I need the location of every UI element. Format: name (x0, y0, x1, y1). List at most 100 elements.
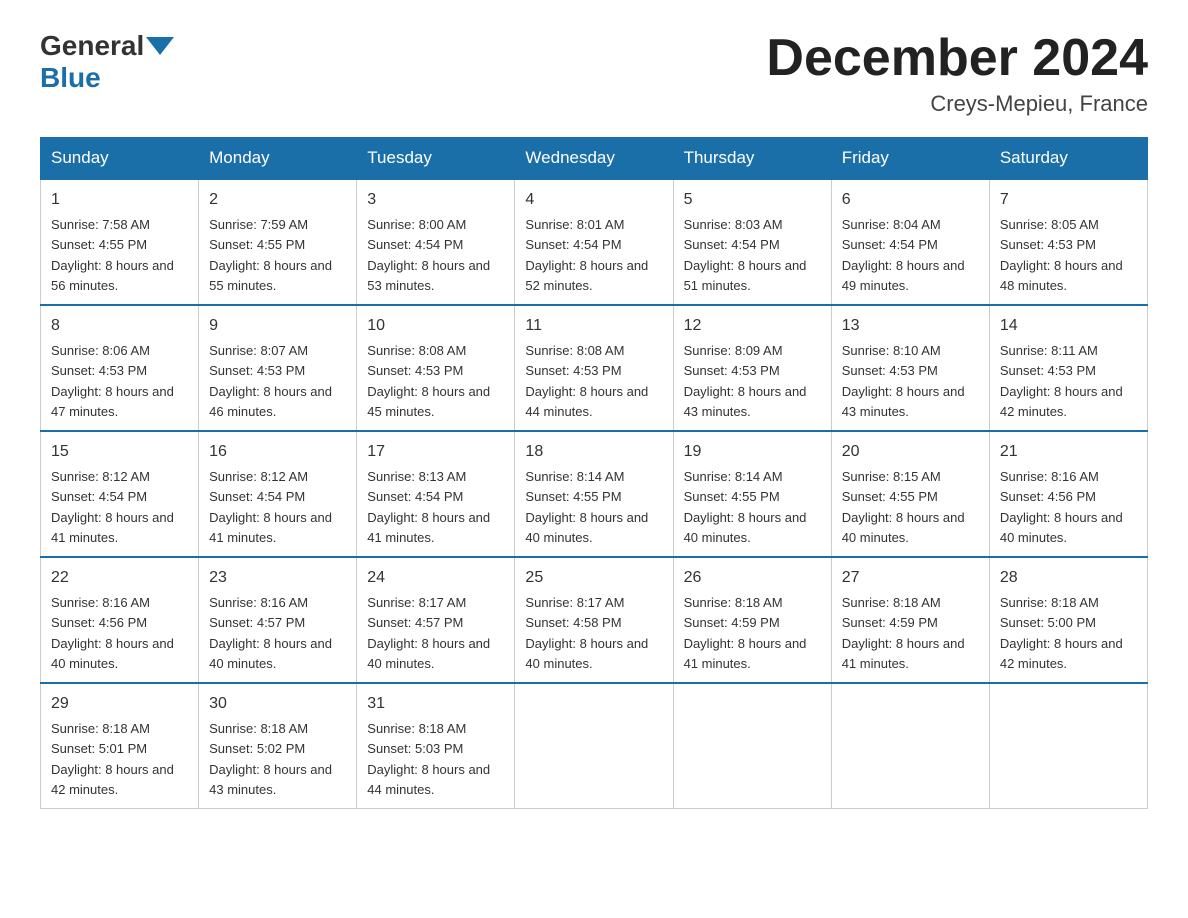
page-header: General Blue December 2024 Creys-Mepieu,… (40, 30, 1148, 117)
day-info: Sunrise: 8:18 AMSunset: 4:59 PMDaylight:… (842, 595, 965, 671)
day-info: Sunrise: 8:16 AMSunset: 4:56 PMDaylight:… (51, 595, 174, 671)
day-info: Sunrise: 8:12 AMSunset: 4:54 PMDaylight:… (51, 469, 174, 545)
day-info: Sunrise: 7:58 AMSunset: 4:55 PMDaylight:… (51, 217, 174, 293)
table-row: 8 Sunrise: 8:06 AMSunset: 4:53 PMDayligh… (41, 305, 199, 431)
day-number: 1 (51, 188, 188, 212)
day-number: 20 (842, 440, 979, 464)
day-info: Sunrise: 8:09 AMSunset: 4:53 PMDaylight:… (684, 343, 807, 419)
table-row: 15 Sunrise: 8:12 AMSunset: 4:54 PMDaylig… (41, 431, 199, 557)
table-row: 22 Sunrise: 8:16 AMSunset: 4:56 PMDaylig… (41, 557, 199, 683)
day-number: 12 (684, 314, 821, 338)
table-row: 25 Sunrise: 8:17 AMSunset: 4:58 PMDaylig… (515, 557, 673, 683)
day-number: 27 (842, 566, 979, 590)
table-row: 14 Sunrise: 8:11 AMSunset: 4:53 PMDaylig… (989, 305, 1147, 431)
calendar-week-row: 15 Sunrise: 8:12 AMSunset: 4:54 PMDaylig… (41, 431, 1148, 557)
table-row: 17 Sunrise: 8:13 AMSunset: 4:54 PMDaylig… (357, 431, 515, 557)
day-number: 17 (367, 440, 504, 464)
day-info: Sunrise: 8:16 AMSunset: 4:57 PMDaylight:… (209, 595, 332, 671)
day-info: Sunrise: 8:07 AMSunset: 4:53 PMDaylight:… (209, 343, 332, 419)
col-saturday: Saturday (989, 138, 1147, 180)
day-info: Sunrise: 8:13 AMSunset: 4:54 PMDaylight:… (367, 469, 490, 545)
day-info: Sunrise: 8:11 AMSunset: 4:53 PMDaylight:… (1000, 343, 1123, 419)
day-info: Sunrise: 7:59 AMSunset: 4:55 PMDaylight:… (209, 217, 332, 293)
day-info: Sunrise: 8:05 AMSunset: 4:53 PMDaylight:… (1000, 217, 1123, 293)
day-number: 5 (684, 188, 821, 212)
location-label: Creys-Mepieu, France (766, 91, 1148, 117)
table-row: 5 Sunrise: 8:03 AMSunset: 4:54 PMDayligh… (673, 179, 831, 305)
day-number: 14 (1000, 314, 1137, 338)
day-number: 31 (367, 692, 504, 716)
table-row: 30 Sunrise: 8:18 AMSunset: 5:02 PMDaylig… (199, 683, 357, 809)
day-info: Sunrise: 8:08 AMSunset: 4:53 PMDaylight:… (525, 343, 648, 419)
day-number: 15 (51, 440, 188, 464)
day-number: 24 (367, 566, 504, 590)
day-number: 13 (842, 314, 979, 338)
table-row (989, 683, 1147, 809)
day-info: Sunrise: 8:03 AMSunset: 4:54 PMDaylight:… (684, 217, 807, 293)
logo-general-text: General (40, 30, 144, 62)
table-row: 10 Sunrise: 8:08 AMSunset: 4:53 PMDaylig… (357, 305, 515, 431)
day-info: Sunrise: 8:18 AMSunset: 5:01 PMDaylight:… (51, 721, 174, 797)
table-row: 19 Sunrise: 8:14 AMSunset: 4:55 PMDaylig… (673, 431, 831, 557)
day-number: 19 (684, 440, 821, 464)
calendar-header-row: Sunday Monday Tuesday Wednesday Thursday… (41, 138, 1148, 180)
table-row: 2 Sunrise: 7:59 AMSunset: 4:55 PMDayligh… (199, 179, 357, 305)
table-row: 3 Sunrise: 8:00 AMSunset: 4:54 PMDayligh… (357, 179, 515, 305)
day-number: 29 (51, 692, 188, 716)
table-row: 20 Sunrise: 8:15 AMSunset: 4:55 PMDaylig… (831, 431, 989, 557)
day-number: 3 (367, 188, 504, 212)
calendar-week-row: 1 Sunrise: 7:58 AMSunset: 4:55 PMDayligh… (41, 179, 1148, 305)
day-number: 16 (209, 440, 346, 464)
day-number: 9 (209, 314, 346, 338)
table-row: 6 Sunrise: 8:04 AMSunset: 4:54 PMDayligh… (831, 179, 989, 305)
table-row (515, 683, 673, 809)
day-info: Sunrise: 8:06 AMSunset: 4:53 PMDaylight:… (51, 343, 174, 419)
day-info: Sunrise: 8:08 AMSunset: 4:53 PMDaylight:… (367, 343, 490, 419)
day-number: 22 (51, 566, 188, 590)
day-info: Sunrise: 8:14 AMSunset: 4:55 PMDaylight:… (525, 469, 648, 545)
table-row: 12 Sunrise: 8:09 AMSunset: 4:53 PMDaylig… (673, 305, 831, 431)
col-friday: Friday (831, 138, 989, 180)
day-info: Sunrise: 8:16 AMSunset: 4:56 PMDaylight:… (1000, 469, 1123, 545)
col-sunday: Sunday (41, 138, 199, 180)
day-info: Sunrise: 8:00 AMSunset: 4:54 PMDaylight:… (367, 217, 490, 293)
day-number: 25 (525, 566, 662, 590)
month-title: December 2024 (766, 30, 1148, 87)
day-info: Sunrise: 8:18 AMSunset: 5:00 PMDaylight:… (1000, 595, 1123, 671)
day-number: 2 (209, 188, 346, 212)
day-number: 23 (209, 566, 346, 590)
day-info: Sunrise: 8:17 AMSunset: 4:57 PMDaylight:… (367, 595, 490, 671)
day-info: Sunrise: 8:18 AMSunset: 5:02 PMDaylight:… (209, 721, 332, 797)
day-number: 26 (684, 566, 821, 590)
title-area: December 2024 Creys-Mepieu, France (766, 30, 1148, 117)
table-row: 27 Sunrise: 8:18 AMSunset: 4:59 PMDaylig… (831, 557, 989, 683)
logo: General Blue (40, 30, 176, 94)
calendar-table: Sunday Monday Tuesday Wednesday Thursday… (40, 137, 1148, 809)
day-number: 18 (525, 440, 662, 464)
table-row (831, 683, 989, 809)
day-info: Sunrise: 8:12 AMSunset: 4:54 PMDaylight:… (209, 469, 332, 545)
calendar-week-row: 8 Sunrise: 8:06 AMSunset: 4:53 PMDayligh… (41, 305, 1148, 431)
col-wednesday: Wednesday (515, 138, 673, 180)
day-number: 7 (1000, 188, 1137, 212)
table-row: 13 Sunrise: 8:10 AMSunset: 4:53 PMDaylig… (831, 305, 989, 431)
col-monday: Monday (199, 138, 357, 180)
day-info: Sunrise: 8:04 AMSunset: 4:54 PMDaylight:… (842, 217, 965, 293)
day-info: Sunrise: 8:18 AMSunset: 4:59 PMDaylight:… (684, 595, 807, 671)
table-row: 4 Sunrise: 8:01 AMSunset: 4:54 PMDayligh… (515, 179, 673, 305)
day-number: 11 (525, 314, 662, 338)
day-number: 30 (209, 692, 346, 716)
day-number: 10 (367, 314, 504, 338)
table-row: 26 Sunrise: 8:18 AMSunset: 4:59 PMDaylig… (673, 557, 831, 683)
day-number: 8 (51, 314, 188, 338)
day-info: Sunrise: 8:01 AMSunset: 4:54 PMDaylight:… (525, 217, 648, 293)
table-row: 1 Sunrise: 7:58 AMSunset: 4:55 PMDayligh… (41, 179, 199, 305)
table-row: 9 Sunrise: 8:07 AMSunset: 4:53 PMDayligh… (199, 305, 357, 431)
day-number: 28 (1000, 566, 1137, 590)
calendar-week-row: 22 Sunrise: 8:16 AMSunset: 4:56 PMDaylig… (41, 557, 1148, 683)
table-row (673, 683, 831, 809)
table-row: 11 Sunrise: 8:08 AMSunset: 4:53 PMDaylig… (515, 305, 673, 431)
day-info: Sunrise: 8:15 AMSunset: 4:55 PMDaylight:… (842, 469, 965, 545)
col-tuesday: Tuesday (357, 138, 515, 180)
logo-arrow-icon (146, 37, 174, 55)
